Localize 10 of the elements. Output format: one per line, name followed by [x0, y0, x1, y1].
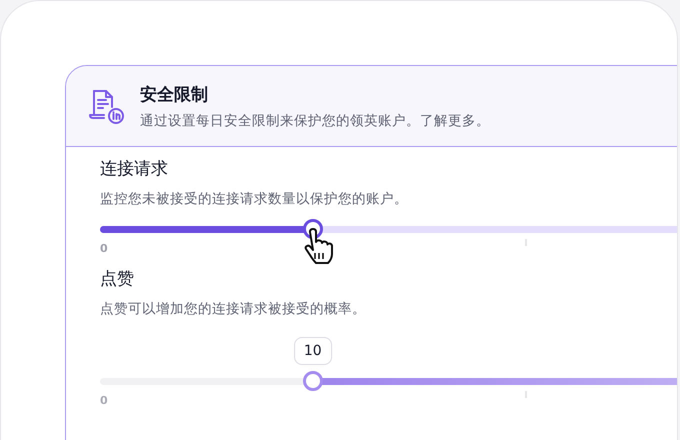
slider-min-label: 0: [100, 394, 108, 407]
section-title: 安全限制: [140, 84, 209, 106]
setting-description: 点赞可以增加您的连接请求被接受的概率。: [100, 300, 367, 318]
setting-title: 点赞: [100, 268, 135, 290]
document-badge-icon: [88, 87, 126, 125]
slider-min-label: 0: [100, 242, 108, 255]
value-tooltip: 10: [294, 337, 332, 365]
setting-title: 连接请求: [100, 158, 169, 180]
section-description: 通过设置每日安全限制来保护您的领英账户。了解更多。: [140, 112, 490, 130]
setting-description: 监控您未被接受的连接请求数量以保护您的账户。: [100, 190, 409, 208]
